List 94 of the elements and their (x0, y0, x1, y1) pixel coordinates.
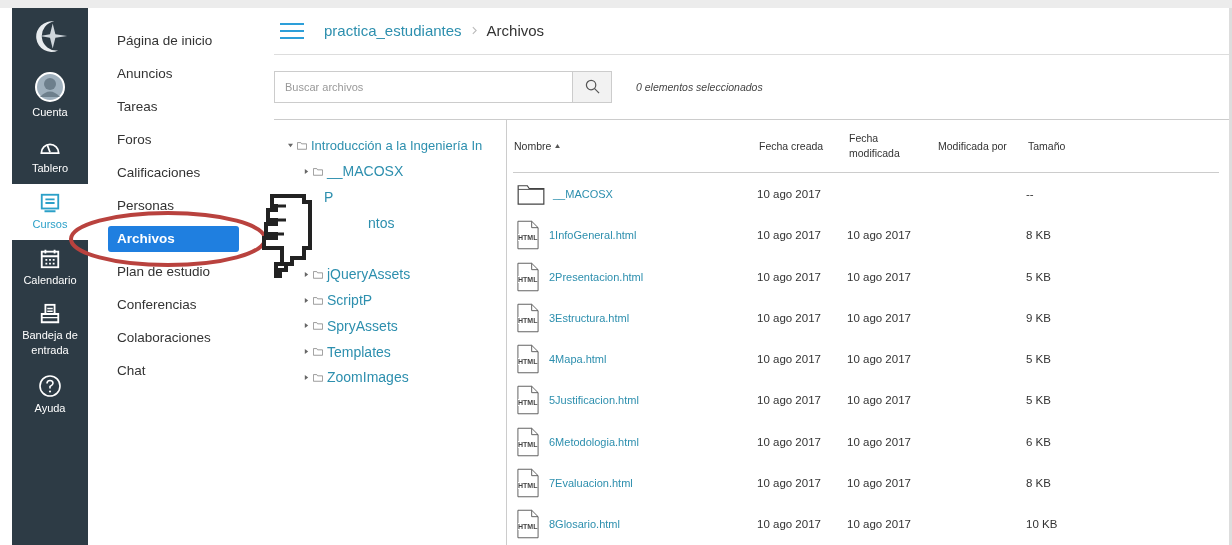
course-nav-link[interactable]: Colaboraciones (108, 325, 239, 351)
table-cell-text: 5 KB (1026, 353, 1052, 366)
expand-arrow-icon[interactable] (304, 168, 309, 174)
file-link[interactable]: 6Metodologia.html (549, 435, 639, 448)
table-cell-text: 10 ago 2017 (757, 187, 822, 200)
file-link[interactable]: __MACOSX (553, 187, 613, 200)
course-nav-link[interactable]: Tareas (108, 94, 239, 120)
table-cell-text: 9 KB (1026, 311, 1052, 324)
folder-icon (313, 295, 323, 305)
expand-arrow-icon[interactable] (304, 374, 309, 380)
global-nav-item[interactable]: Bandeja de entrada (12, 295, 88, 367)
global-nav-item[interactable]: Ayuda (12, 366, 88, 424)
folder-icon (313, 269, 323, 279)
table-cell-text: 10 ago 2017 (757, 394, 822, 407)
table-cell-text: 6 KB (1026, 435, 1052, 448)
help-icon (38, 374, 62, 399)
expand-arrow-icon[interactable] (304, 323, 309, 329)
table-cell-text: 10 ago 2017 (847, 270, 912, 283)
table-cell-text: 10 KB (1026, 518, 1059, 531)
global-nav-item[interactable]: Calendario (12, 239, 88, 296)
chevron-icon (471, 26, 477, 36)
breadcrumb-link[interactable]: practica_estudiantes (324, 22, 462, 40)
calendar-icon (39, 247, 61, 270)
file-link[interactable]: 2Presentacion.html (549, 270, 644, 283)
file-link[interactable]: 3Estructura.html (549, 311, 630, 324)
course-nav-link[interactable]: Chat (108, 358, 239, 384)
file-link[interactable]: 4Mapa.html (549, 353, 607, 366)
course-nav-link[interactable]: Anuncios (108, 61, 239, 87)
global-nav-item[interactable]: Tablero (12, 127, 88, 184)
table-cell-text: 10 ago 2017 (847, 229, 912, 242)
table-cell-text: 10 ago 2017 (847, 518, 912, 531)
course-nav-link[interactable]: Personas (108, 193, 239, 219)
folder-icon (297, 140, 307, 150)
file-link[interactable]: 5Justificacion.html (549, 394, 639, 407)
file-link[interactable]: 7Evaluacion.html (549, 477, 633, 490)
folder-link[interactable]: SpryAssets (327, 317, 398, 334)
search-field[interactable]: Buscar archivos (274, 71, 572, 103)
table-cell-text: 10 ago 2017 (847, 353, 912, 366)
search-button[interactable] (572, 71, 612, 103)
table-cell-text: 8 KB (1026, 229, 1052, 242)
global-nav-item[interactable]: Cursos (12, 183, 88, 240)
folder-link[interactable]: jQueryAssets (327, 266, 411, 283)
expand-arrow-icon[interactable] (288, 142, 293, 148)
table-cell-text: -- (1026, 187, 1035, 200)
table-cell-text: 10 ago 2017 (757, 477, 822, 490)
folder-icon (517, 182, 545, 205)
course-nav-link[interactable]: Plan de estudio (108, 259, 239, 285)
search-icon (584, 79, 600, 95)
table-cell-text: 10 ago 2017 (757, 229, 822, 242)
column-header[interactable]: Fecha creada (759, 140, 849, 153)
column-header[interactable]: Tamaño (1028, 140, 1108, 153)
inbox-icon (39, 303, 61, 326)
folder-link[interactable]: __MACOSX (327, 163, 404, 179)
folder-link[interactable]: P (324, 188, 334, 205)
table-cell-text: 8 KB (1026, 477, 1052, 490)
folder-link[interactable]: ScriptP (327, 292, 373, 308)
folder-link[interactable]: Introducción a la Ingeniería In (311, 137, 483, 153)
table-cell-text: 10 ago 2017 (847, 394, 912, 407)
expand-arrow-icon[interactable] (304, 271, 309, 277)
folder-icon (313, 321, 323, 331)
file-link[interactable]: 8Glosario.html (549, 518, 620, 531)
book-icon (39, 191, 61, 214)
folder-link[interactable]: ntos (368, 214, 395, 231)
course-nav-link[interactable]: Página de inicio (108, 28, 239, 54)
column-header[interactable]: Modificada por (938, 140, 1028, 153)
table-cell-text: 5 KB (1026, 270, 1052, 283)
folder-icon (313, 372, 323, 382)
table-cell-text: 10 ago 2017 (847, 477, 912, 490)
column-header[interactable]: Fecha modificada (849, 130, 919, 163)
course-nav-link[interactable]: Conferencias (108, 292, 239, 318)
folder-link[interactable]: Templates (327, 343, 391, 360)
global-nav-item[interactable]: Cuenta (12, 64, 88, 128)
expand-arrow-icon[interactable] (304, 297, 309, 303)
course-nav-link[interactable]: Calificaciones (108, 160, 239, 186)
file-link[interactable]: 1InfoGeneral.html (549, 229, 637, 242)
folder-link[interactable]: ZoomImages (327, 369, 409, 386)
table-cell-text: 10 ago 2017 (847, 435, 912, 448)
menu-icon[interactable] (280, 22, 304, 39)
expand-arrow-icon[interactable] (304, 349, 309, 355)
course-nav-link[interactable]: Archivos (108, 226, 239, 252)
breadcrumb-current: Archivos (486, 22, 545, 40)
selection-count: 0 elementos seleccionados (636, 81, 763, 93)
avatar-icon (35, 72, 65, 102)
column-header[interactable]: Nombre (513, 140, 759, 153)
table-cell-text: 10 ago 2017 (757, 311, 822, 324)
course-nav-link[interactable]: Foros (108, 127, 239, 153)
table-cell-text: 10 ago 2017 (757, 270, 822, 283)
folder-icon (313, 166, 323, 176)
folder-icon (313, 347, 323, 357)
table-cell-text: 10 ago 2017 (757, 435, 822, 448)
table-cell-text: 10 ago 2017 (847, 311, 912, 324)
table-cell-text: 10 ago 2017 (757, 353, 822, 366)
table-cell-text: 5 KB (1026, 394, 1052, 407)
table-cell-text: 10 ago 2017 (757, 518, 822, 531)
